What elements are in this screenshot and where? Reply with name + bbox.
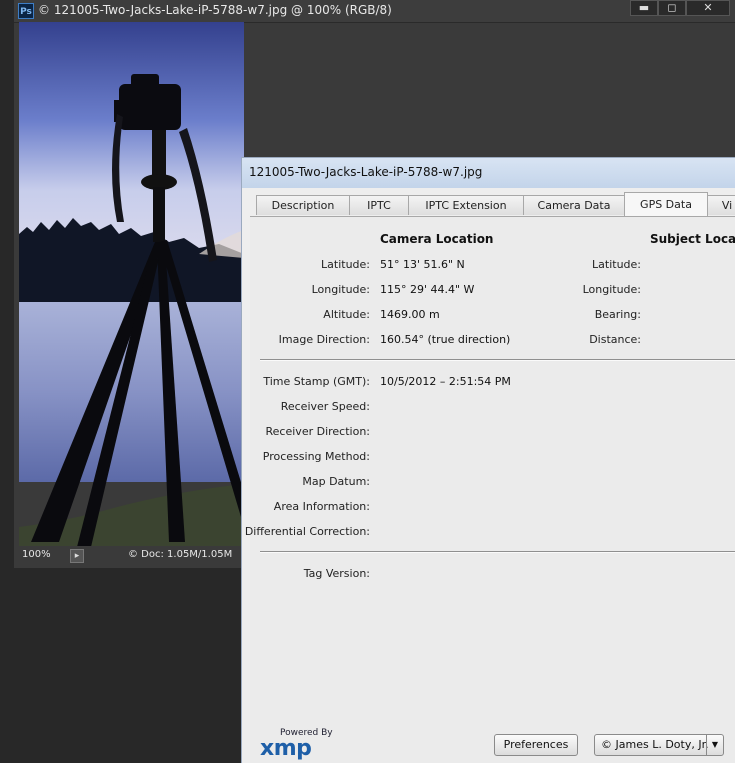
camera-longitude-label: Longitude: [311, 283, 370, 296]
maximize-button[interactable]: ◻ [658, 0, 686, 16]
chevron-down-icon[interactable]: ▼ [706, 735, 723, 755]
subject-location-heading: Subject Locati [650, 232, 735, 246]
tag-version-label: Tag Version: [303, 567, 370, 580]
file-info-dialog: 121005-Two-Jacks-Lake-iP-5788-w7.jpg Des… [241, 157, 735, 763]
subject-bearing-label: Bearing: [594, 308, 641, 321]
section-divider [260, 551, 735, 553]
processing-method-label: Processing Method: [262, 450, 370, 463]
camera-altitude-label: Altitude: [323, 308, 370, 321]
dialog-title: 121005-Two-Jacks-Lake-iP-5788-w7.jpg [249, 165, 483, 179]
close-button[interactable]: ✕ [686, 0, 730, 16]
tab-iptc-extension[interactable]: IPTC Extension [408, 195, 524, 215]
receiver-speed-label: Receiver Speed: [280, 400, 370, 413]
preferences-button[interactable]: Preferences [494, 734, 578, 756]
dialog-title-bar[interactable]: 121005-Two-Jacks-Lake-iP-5788-w7.jpg [242, 158, 735, 188]
tab-iptc[interactable]: IPTC [349, 195, 409, 215]
subject-distance-label: Distance: [589, 333, 641, 346]
minimize-button[interactable]: ▬ [630, 0, 658, 16]
status-bar: 100% ▸ © Doc: 1.05M/1.05M [14, 546, 244, 568]
document-size[interactable]: © Doc: 1.05M/1.05M [128, 549, 232, 560]
tripod-lake-photo [19, 22, 244, 547]
image-direction-label: Image Direction: [278, 333, 370, 346]
document-info-icon[interactable]: ▸ [70, 549, 84, 563]
area-information-label: Area Information: [273, 500, 370, 513]
map-datum-label: Map Datum: [302, 475, 370, 488]
tab-bar: Description IPTC IPTC Extension Camera D… [256, 192, 735, 216]
tab-video[interactable]: Vi [707, 195, 735, 215]
section-divider [260, 359, 735, 361]
document-title-bar[interactable]: Ps © 121005-Two-Jacks-Lake-iP-5788-w7.jp… [14, 0, 735, 23]
subject-longitude-label: Longitude: [582, 283, 641, 296]
timestamp-value[interactable]: 10/5/2012 – 2:51:54 PM [380, 375, 511, 388]
photoshop-app-icon: Ps [18, 3, 34, 19]
subject-latitude-label: Latitude: [592, 258, 641, 271]
differential-correction-label: Differential Correction: [244, 525, 370, 538]
tab-camera-data[interactable]: Camera Data [523, 195, 625, 215]
image-direction-value[interactable]: 160.54° (true direction) [380, 333, 510, 346]
tab-gps-data[interactable]: GPS Data [624, 192, 708, 216]
camera-location-heading: Camera Location [380, 232, 494, 246]
template-dropdown[interactable]: © James L. Doty, Jr. ▼ [594, 734, 724, 756]
camera-altitude-value[interactable]: 1469.00 m [380, 308, 440, 321]
zoom-level[interactable]: 100% [22, 549, 51, 560]
xmp-logo[interactable]: xmp [260, 736, 312, 761]
camera-latitude-value[interactable]: 51° 13' 51.6" N [380, 258, 465, 271]
timestamp-label: Time Stamp (GMT): [263, 375, 370, 388]
template-dropdown-value: © James L. Doty, Jr. [601, 738, 709, 751]
receiver-direction-label: Receiver Direction: [265, 425, 370, 438]
tab-description[interactable]: Description [256, 195, 350, 215]
gps-data-panel: Camera Location Latitude: 51° 13' 51.6" … [245, 216, 735, 763]
camera-latitude-label: Latitude: [321, 258, 370, 271]
camera-longitude-value[interactable]: 115° 29' 44.4" W [380, 283, 474, 296]
document-title: © 121005-Two-Jacks-Lake-iP-5788-w7.jpg @… [38, 3, 392, 17]
photo-canvas[interactable] [19, 22, 244, 547]
